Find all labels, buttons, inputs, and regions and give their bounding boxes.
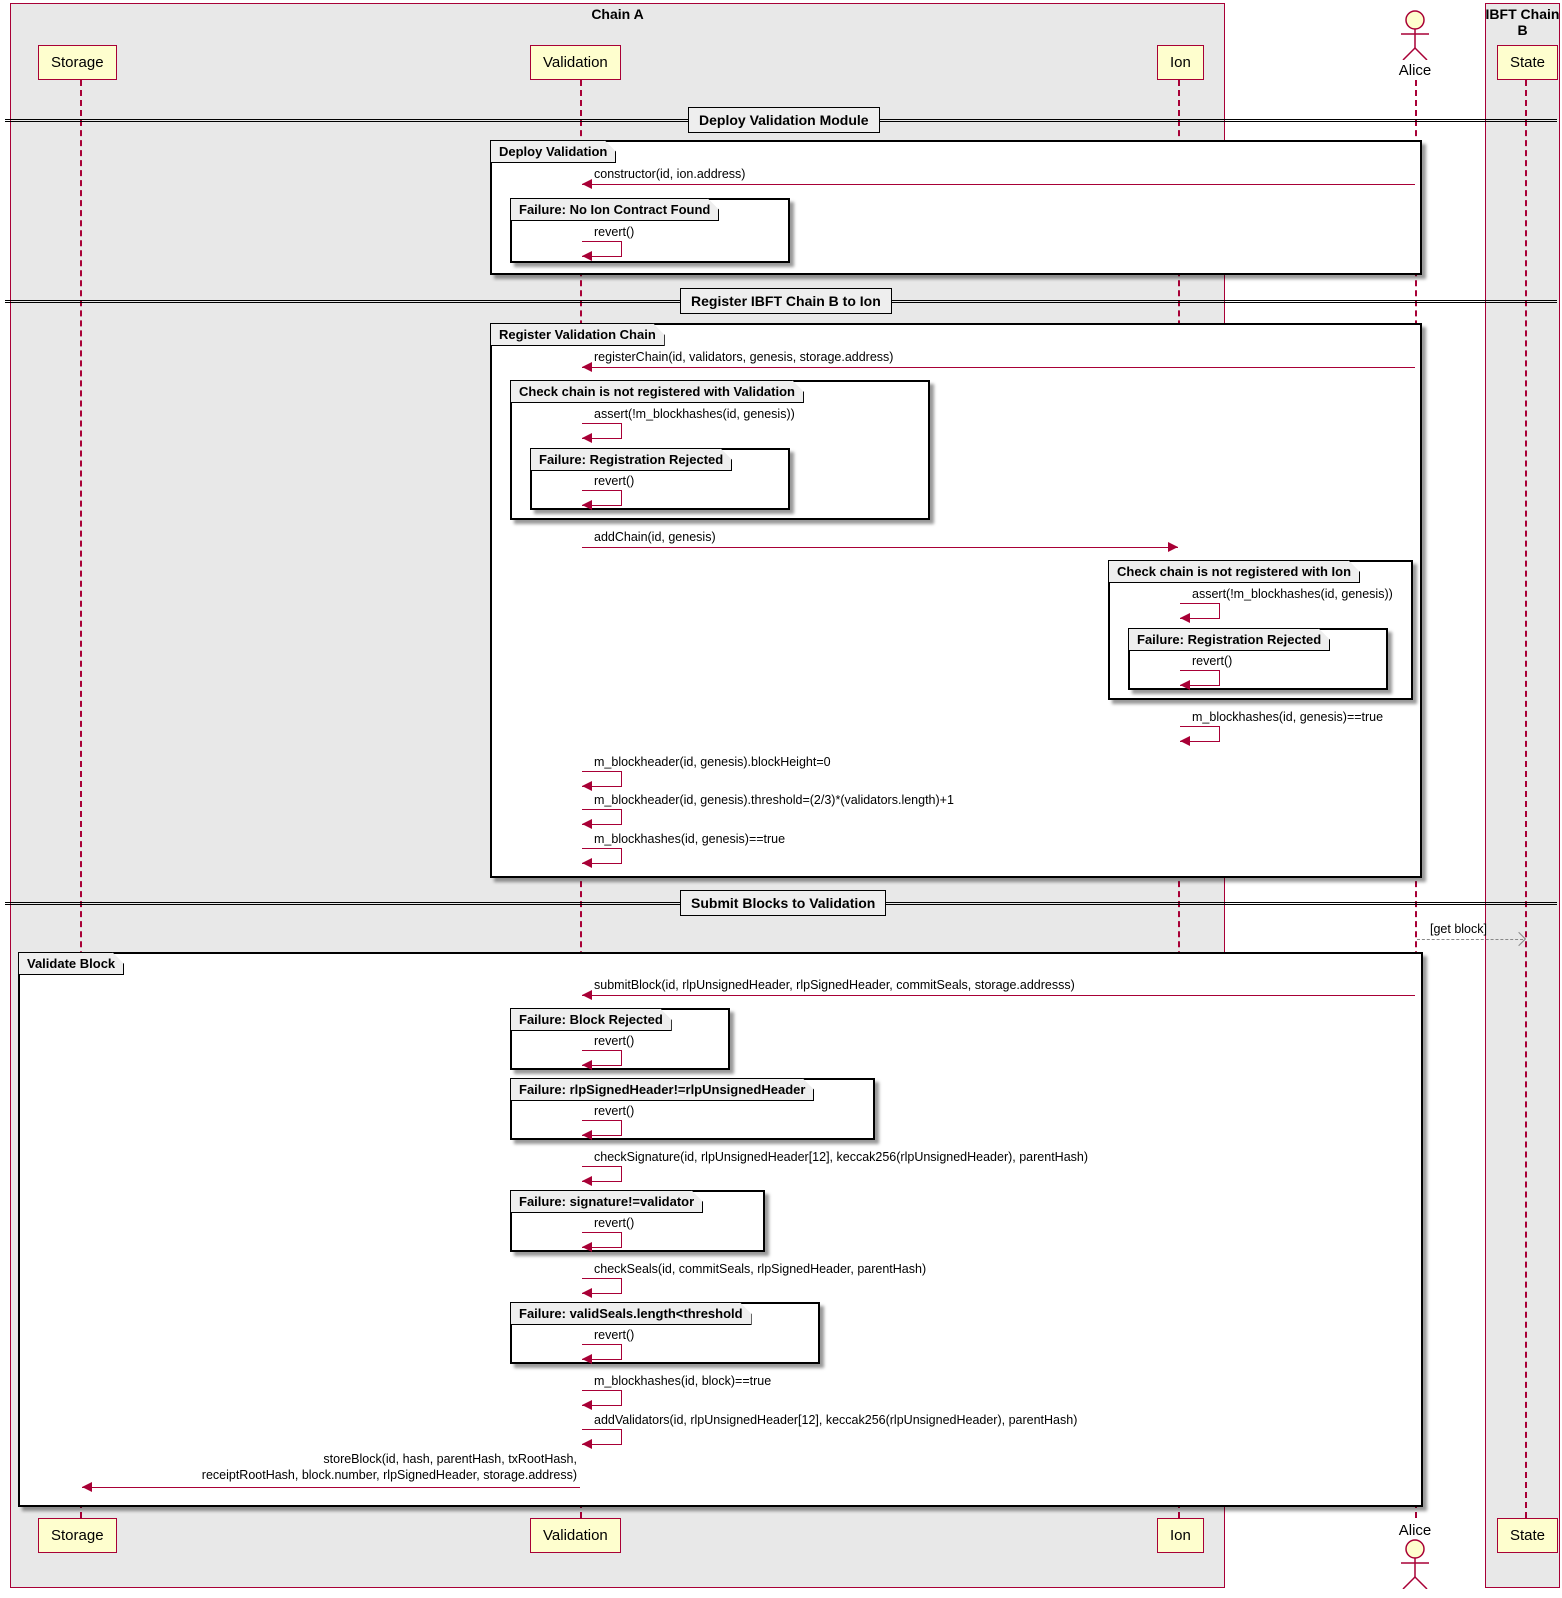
- participant-ion-bottom: Ion: [1157, 1518, 1204, 1553]
- arrow-submit-block-head: [582, 990, 592, 1000]
- self-arrow-revert-2-head: [582, 500, 592, 510]
- arrow-constructor-head: [582, 179, 592, 189]
- lifeline-state: [1525, 80, 1527, 1518]
- msg-blockhashes-block-true: m_blockhashes(id, block)==true: [594, 1374, 771, 1388]
- msg-check-seals: checkSeals(id, commitSeals, rlpSignedHea…: [594, 1262, 926, 1276]
- self-arrow-check-seals-head: [582, 1288, 592, 1298]
- arrow-submit-block: [582, 995, 1415, 996]
- arrow-register-chain-head: [582, 362, 592, 372]
- self-arrow-revert-6-head: [582, 1242, 592, 1252]
- group-fail-signature-label: Failure: signature!=validator: [510, 1190, 703, 1213]
- self-arrow-bhh-head: [582, 781, 592, 791]
- container-chain-a-label: Chain A: [10, 6, 1225, 22]
- group-fail-valid-seals-label: Failure: validSeals.length<threshold: [510, 1302, 752, 1325]
- actor-alice-top: Alice: [1395, 10, 1435, 79]
- group-fail-block-rejected-label: Failure: Block Rejected: [510, 1008, 672, 1031]
- self-arrow-assert-2-head: [1180, 613, 1190, 623]
- group-validate-block-label: Validate Block: [18, 952, 124, 975]
- self-arrow-revert-7-head: [582, 1354, 592, 1364]
- self-arrow-bht-val-head: [582, 858, 592, 868]
- group-deploy-validation-label: Deploy Validation: [490, 140, 616, 163]
- msg-assert-1: assert(!m_blockhashes(id, genesis)): [594, 407, 795, 421]
- msg-add-chain: addChain(id, genesis): [594, 530, 716, 544]
- group-check-validation-label: Check chain is not registered with Valid…: [510, 380, 804, 403]
- self-arrow-bhbt-head: [582, 1400, 592, 1410]
- self-arrow-revert-5-head: [582, 1130, 592, 1140]
- container-chain-b-label: IBFT Chain B: [1485, 6, 1560, 38]
- group-fail-no-ion-label: Failure: No Ion Contract Found: [510, 198, 719, 221]
- participant-storage-top: Storage: [38, 45, 117, 80]
- arrow-register-chain: [582, 367, 1415, 368]
- arrow-add-chain-head: [1168, 542, 1178, 552]
- self-arrow-revert-3-head: [1180, 680, 1190, 690]
- msg-revert-2: revert(): [594, 474, 634, 488]
- actor-alice-label-bottom: Alice: [1395, 1522, 1435, 1539]
- msg-submit-block: submitBlock(id, rlpUnsignedHeader, rlpSi…: [594, 978, 1075, 992]
- arrow-get-block: [1417, 939, 1523, 940]
- self-arrow-revert-1-head: [582, 251, 592, 261]
- self-arrow-bht2-head: [582, 819, 592, 829]
- arrow-store-block-head: [82, 1482, 92, 1492]
- participant-ion-top: Ion: [1157, 45, 1204, 80]
- msg-blockheader-threshold: m_blockheader(id, genesis).threshold=(2/…: [594, 793, 954, 807]
- msg-store-block-2: receiptRootHash, block.number, rlpSigned…: [85, 1468, 577, 1482]
- msg-blockhashes-true-val: m_blockhashes(id, genesis)==true: [594, 832, 785, 846]
- msg-blockheader-height: m_blockheader(id, genesis).blockHeight=0: [594, 755, 831, 769]
- participant-state-top: State: [1497, 45, 1558, 80]
- arrow-store-block: [82, 1487, 580, 1488]
- self-arrow-bht-ion-head: [1180, 736, 1190, 746]
- group-fail-rlp-header-label: Failure: rlpSignedHeader!=rlpUnsignedHea…: [510, 1078, 814, 1101]
- divider-deploy-label: Deploy Validation Module: [688, 107, 880, 133]
- msg-constructor: constructor(id, ion.address): [594, 167, 745, 181]
- msg-blockhashes-true-ion: m_blockhashes(id, genesis)==true: [1192, 710, 1383, 724]
- container-chain-b: [1485, 3, 1560, 1588]
- self-arrow-check-sig-head: [582, 1176, 592, 1186]
- participant-validation-bottom: Validation: [530, 1518, 621, 1553]
- participant-storage-bottom: Storage: [38, 1518, 117, 1553]
- actor-icon: [1395, 1539, 1435, 1589]
- msg-revert-6: revert(): [594, 1216, 634, 1230]
- actor-alice-label-top: Alice: [1395, 62, 1435, 79]
- group-register-chain-label: Register Validation Chain: [490, 323, 665, 346]
- participant-validation-top: Validation: [530, 45, 621, 80]
- msg-revert-4: revert(): [594, 1034, 634, 1048]
- arrow-constructor: [582, 184, 1415, 185]
- self-arrow-assert-1-head: [582, 433, 592, 443]
- divider-register-label: Register IBFT Chain B to Ion: [680, 288, 892, 314]
- msg-revert-5: revert(): [594, 1104, 634, 1118]
- actor-icon: [1395, 10, 1435, 60]
- msg-store-block-1: storeBlock(id, hash, parentHash, txRootH…: [85, 1452, 577, 1466]
- group-fail-reg-1-label: Failure: Registration Rejected: [530, 448, 732, 471]
- msg-assert-2: assert(!m_blockhashes(id, genesis)): [1192, 587, 1393, 601]
- msg-add-validators: addValidators(id, rlpUnsignedHeader[12],…: [594, 1413, 1077, 1427]
- group-check-ion-label: Check chain is not registered with Ion: [1108, 560, 1360, 583]
- divider-submit-label: Submit Blocks to Validation: [680, 890, 886, 916]
- msg-revert-7: revert(): [594, 1328, 634, 1342]
- msg-register-chain: registerChain(id, validators, genesis, s…: [594, 350, 893, 364]
- msg-check-signature: checkSignature(id, rlpUnsignedHeader[12]…: [594, 1150, 1088, 1164]
- msg-revert-3: revert(): [1192, 654, 1232, 668]
- msg-revert-1: revert(): [594, 225, 634, 239]
- self-arrow-revert-4-head: [582, 1060, 592, 1070]
- group-fail-reg-2-label: Failure: Registration Rejected: [1128, 628, 1330, 651]
- participant-state-bottom: State: [1497, 1518, 1558, 1553]
- self-arrow-add-val-head: [582, 1439, 592, 1449]
- actor-alice-bottom: Alice: [1395, 1520, 1435, 1589]
- msg-get-block: [get block]: [1430, 922, 1487, 936]
- arrow-add-chain: [582, 547, 1178, 548]
